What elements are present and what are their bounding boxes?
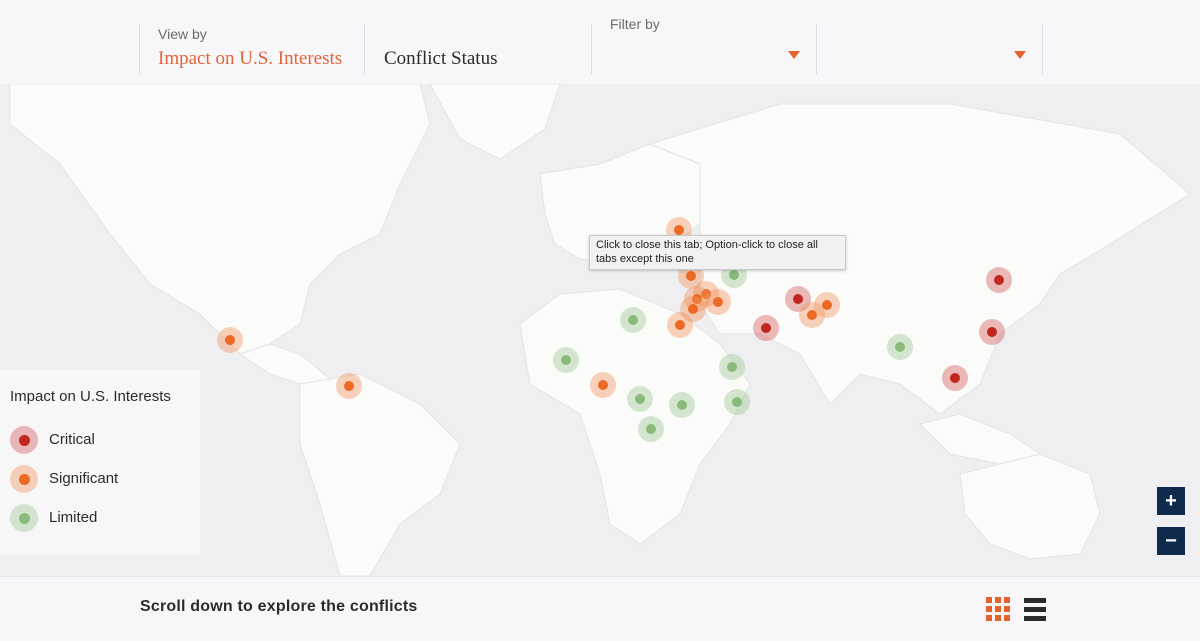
legend: Impact on U.S. Interests Critical Signif… bbox=[0, 370, 200, 555]
divider bbox=[1042, 24, 1043, 74]
marker-dot bbox=[635, 394, 645, 404]
significant-circle-icon bbox=[10, 465, 38, 493]
bottom-bar: Scroll down to explore the conflicts bbox=[0, 576, 1200, 641]
marker-dot bbox=[950, 373, 960, 383]
divider bbox=[591, 24, 592, 74]
divider bbox=[816, 24, 817, 74]
conflict-marker[interactable] bbox=[705, 289, 731, 315]
list-view-button[interactable] bbox=[1024, 597, 1046, 621]
divider bbox=[364, 24, 365, 74]
marker-dot bbox=[677, 400, 687, 410]
marker-dot bbox=[987, 327, 997, 337]
conflict-marker[interactable] bbox=[887, 334, 913, 360]
filter-by-label: Filter by bbox=[610, 16, 660, 32]
scroll-prompt: Scroll down to explore the conflicts bbox=[140, 598, 418, 615]
caret-down-icon bbox=[1014, 51, 1026, 59]
marker-dot bbox=[225, 335, 235, 345]
caret-down-icon bbox=[788, 51, 800, 59]
zoom-out-button[interactable]: − bbox=[1157, 527, 1185, 555]
marker-dot bbox=[561, 355, 571, 365]
list-icon bbox=[1024, 598, 1046, 621]
dot bbox=[19, 513, 30, 524]
marker-dot bbox=[628, 315, 638, 325]
legend-title: Impact on U.S. Interests bbox=[10, 388, 171, 405]
marker-dot bbox=[713, 297, 723, 307]
grid-view-button[interactable] bbox=[986, 597, 1010, 621]
conflict-marker[interactable] bbox=[590, 372, 616, 398]
conflict-marker[interactable] bbox=[986, 267, 1012, 293]
conflict-marker[interactable] bbox=[627, 386, 653, 412]
marker-dot bbox=[688, 304, 698, 314]
legend-label: Significant bbox=[49, 470, 119, 487]
conflict-marker[interactable] bbox=[620, 307, 646, 333]
legend-item-critical: Critical bbox=[10, 426, 190, 456]
legend-item-limited: Limited bbox=[10, 504, 190, 534]
filter-dropdown-2[interactable] bbox=[836, 40, 1026, 72]
tab-impact-on-us-interests[interactable]: Impact on U.S. Interests bbox=[158, 48, 342, 70]
legend-label: Critical bbox=[49, 431, 95, 448]
filter-dropdown-1[interactable] bbox=[610, 40, 800, 72]
dot bbox=[19, 435, 30, 446]
marker-dot bbox=[675, 320, 685, 330]
marker-dot bbox=[793, 294, 803, 304]
view-by-label: View by bbox=[158, 26, 207, 42]
tooltip: Click to close this tab; Option-click to… bbox=[589, 235, 846, 270]
conflict-marker[interactable] bbox=[814, 292, 840, 318]
conflict-marker[interactable] bbox=[669, 392, 695, 418]
marker-dot bbox=[686, 271, 696, 281]
conflict-marker[interactable] bbox=[336, 373, 362, 399]
marker-dot bbox=[598, 380, 608, 390]
marker-dot bbox=[895, 342, 905, 352]
conflict-marker[interactable] bbox=[719, 354, 745, 380]
marker-dot bbox=[729, 270, 739, 280]
marker-dot bbox=[727, 362, 737, 372]
marker-dot bbox=[646, 424, 656, 434]
legend-label: Limited bbox=[49, 509, 98, 526]
dot bbox=[19, 474, 30, 485]
top-bar: View by Impact on U.S. Interests Conflic… bbox=[0, 0, 1200, 85]
marker-dot bbox=[344, 381, 354, 391]
conflict-marker[interactable] bbox=[753, 315, 779, 341]
conflict-marker[interactable] bbox=[667, 312, 693, 338]
marker-dot bbox=[732, 397, 742, 407]
limited-circle-icon bbox=[10, 504, 38, 532]
tab-conflict-status[interactable]: Conflict Status bbox=[384, 48, 497, 70]
grid-icon bbox=[986, 597, 1010, 621]
marker-dot bbox=[761, 323, 771, 333]
divider bbox=[139, 24, 140, 74]
marker-dot bbox=[822, 300, 832, 310]
conflict-marker[interactable] bbox=[942, 365, 968, 391]
marker-dot bbox=[994, 275, 1004, 285]
marker-dot bbox=[674, 225, 684, 235]
conflict-marker[interactable] bbox=[553, 347, 579, 373]
conflict-marker[interactable] bbox=[724, 389, 750, 415]
conflict-marker[interactable] bbox=[638, 416, 664, 442]
conflict-marker[interactable] bbox=[217, 327, 243, 353]
zoom-in-button[interactable]: + bbox=[1157, 487, 1185, 515]
legend-item-significant: Significant bbox=[10, 465, 190, 495]
conflict-marker[interactable] bbox=[979, 319, 1005, 345]
critical-circle-icon bbox=[10, 426, 38, 454]
